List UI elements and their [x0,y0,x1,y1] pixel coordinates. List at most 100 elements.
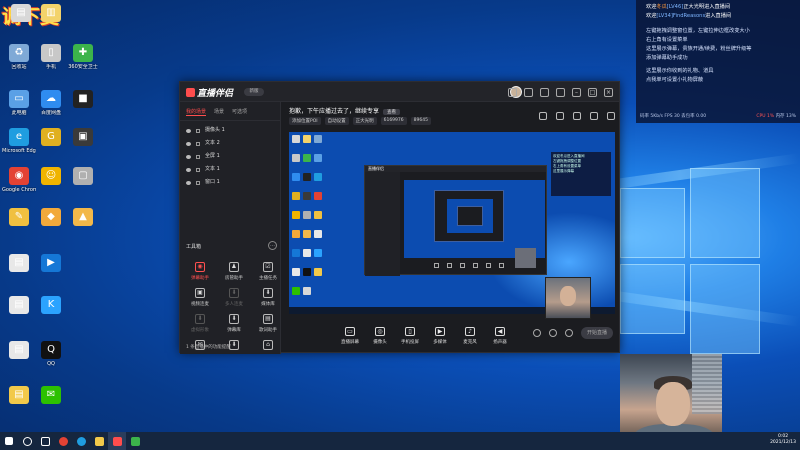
record-icon[interactable] [533,329,541,337]
toolbox-item[interactable]: ♟ 房管助手 [220,262,248,286]
desktop-icon[interactable]: ☁ 百度网盘 [34,90,68,130]
eye-icon[interactable] [186,141,191,146]
close-icon[interactable]: × [604,87,613,97]
scene-item[interactable]: 窗口 1 [180,176,280,189]
gift-icon[interactable] [539,112,547,120]
preview-mini-icon [292,268,300,276]
sidebar-footer-notice[interactable]: 1 条直播中的功能提醒 [186,344,231,350]
desktop-icon[interactable]: ▣ [66,128,100,168]
desktop-icon[interactable]: G [34,128,68,168]
phone-cast-button[interactable]: ▯ 手机投屏 [399,327,421,345]
more-tools-icon[interactable]: … [268,241,277,250]
taskbar-live-app[interactable] [108,432,126,450]
desktop-icon[interactable]: ▤ [2,341,36,381]
lock-icon[interactable] [196,180,200,185]
lock-icon[interactable] [196,154,200,159]
speaker-button[interactable]: ◀ 扬声器 [489,327,511,345]
tab-my-scenes[interactable]: 我的场景 [186,108,207,116]
bell-icon[interactable] [590,112,598,120]
taskbar-chrome[interactable] [54,432,72,450]
desktop-icon[interactable]: K [34,296,68,336]
desktop-icon-label: QQ [47,361,55,367]
tab-scenes[interactable]: 场景 [214,108,224,116]
notice-view-button[interactable]: 查看 [383,109,401,115]
toolbox-item[interactable]: ⬇ 虚拟形象 [186,314,214,338]
eye-icon[interactable] [186,180,191,185]
taskbar-app[interactable] [126,432,144,450]
microphone-button[interactable]: ♪ 麦克风 [459,327,481,345]
desktop-icon[interactable]: ▤ [4,4,38,44]
lock-icon[interactable] [196,141,200,146]
task-view-button[interactable] [36,432,54,450]
toolbox-item[interactable]: ⬇ 媒体库 [254,288,282,312]
menu-icon[interactable] [556,87,565,97]
desktop-icon[interactable]: ◆ [34,208,68,248]
edge-icon [76,436,86,446]
version-badge[interactable]: 新版 [244,88,264,96]
message-icon[interactable] [524,87,533,97]
desktop-icon[interactable]: ■ [66,90,100,130]
desktop-icon[interactable]: ▯ 手机 [34,44,68,84]
scene-item[interactable]: 全屏 1 [180,150,280,163]
desktop-icon[interactable]: ▤ [2,254,36,294]
toolbox-item[interactable]: ⬇ 多人连麦 [220,288,248,312]
eye-icon[interactable] [186,128,191,133]
desktop-icon[interactable]: e Microsoft Edge [2,128,36,168]
eye-icon[interactable] [186,154,191,159]
start-button[interactable] [0,432,18,450]
desktop-icon[interactable]: ▥ [34,4,68,44]
desktop-icon[interactable]: ▤ [2,386,36,426]
source-toolbar: ▭ 直播屏幕 ◎ 摄像头 ▯ 手机投屏 ▶ 多媒体 ♪ 麦克风 ◀ 扬声器 开始直播 [281,318,621,354]
desktop-icon[interactable]: ▢ [66,167,100,207]
maximize-icon[interactable]: □ [588,87,597,97]
desktop-icon[interactable]: ✉ [34,386,68,426]
start-live-button[interactable]: 开始直播 [581,327,613,339]
recursive-frame-core [457,206,483,226]
settings-icon[interactable] [540,87,549,97]
share-icon[interactable] [607,112,615,120]
desktop-icon[interactable]: ☺ [34,167,68,207]
desktop-icon[interactable]: ▶ [34,254,68,294]
camera-button[interactable]: ◎ 摄像头 [369,327,391,345]
preview-mini-icon [292,135,300,143]
minimize-icon[interactable]: – [572,87,581,97]
desktop-icon[interactable]: ▤ [2,296,36,336]
skin-icon[interactable] [508,87,517,97]
toolbox-item[interactable]: ☑ 主播任务 [254,262,282,286]
window-controls: – □ × [508,86,613,98]
title-bar[interactable]: 直播伴侣 新版 – □ × [180,82,619,102]
desktop-icon[interactable]: ✚ 360安全卫士 [66,44,100,84]
tab-options[interactable]: 可选项 [232,108,247,116]
scene-item[interactable]: 文本 2 [180,137,280,150]
toolbox-item[interactable]: ⬇ 弹幕库 [220,314,248,338]
screenshot-icon[interactable] [573,112,581,120]
screen-capture-button[interactable]: ▭ 直播屏幕 [339,327,361,345]
media-button[interactable]: ▶ 多媒体 [429,327,451,345]
toolbox-item[interactable]: ◉ 弹幕助手 [186,262,214,286]
eye-icon[interactable] [186,167,191,172]
desktop-icon[interactable]: ▲ [66,208,100,248]
lock-icon[interactable] [196,128,200,133]
search-button[interactable] [18,432,36,450]
taskbar-edge[interactable] [72,432,90,450]
taskbar-folder[interactable] [90,432,108,450]
chat-system-text: 点我单可设置小礼物屏蔽 [646,77,704,83]
desktop-icon[interactable]: ✎ [2,208,36,248]
desktop-icon[interactable]: Q QQ [34,341,68,381]
stats-icon[interactable] [549,329,557,337]
toolbox-item[interactable]: ▤ 歌词助手 [254,314,282,338]
tool-label: 媒体库 [261,302,275,307]
desktop-icon[interactable]: ▭ 此电脑 [2,90,36,130]
desktop-icon[interactable]: ♻ 回收站 [2,44,36,84]
toolbox-item[interactable]: ▣ 视频连麦 [186,288,214,312]
lock-icon[interactable] [556,112,564,120]
toolbox-item[interactable]: ⌂ [254,340,282,364]
desktop-icon[interactable]: ◉ Google Chrome [2,167,36,207]
poi-chip[interactable]: 添加位置POI [289,117,321,125]
scene-item[interactable]: 摄像头 1 [180,124,280,137]
lock-icon[interactable] [196,167,200,172]
scene-item[interactable]: 文本 1 [180,163,280,176]
settings-gear-icon[interactable] [565,329,573,337]
auto-chip[interactable]: 自动设置 [324,117,349,125]
system-clock[interactable]: 0:02 2021/12/13 [770,434,796,446]
